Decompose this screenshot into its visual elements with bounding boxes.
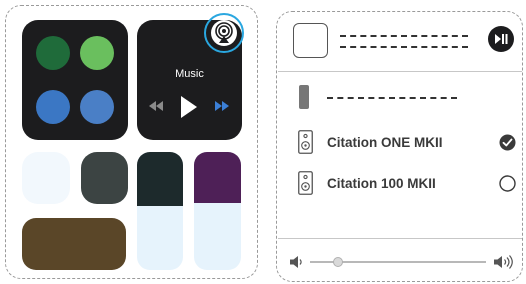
airplay-audio-icon[interactable] [209,18,239,48]
volume-knob[interactable] [333,257,344,267]
left-slider[interactable] [137,152,183,270]
volume-control [290,253,516,271]
green-dark-toggle[interactable] [36,36,70,70]
rewind-icon[interactable] [149,101,163,111]
volume-high-icon [494,255,513,269]
unselected-radio-icon[interactable] [499,175,516,192]
output-name-placeholder [327,97,457,99]
header-divider [278,71,522,72]
brown-tile[interactable] [22,218,126,270]
blue-left-toggle[interactable] [36,90,70,124]
output-selector-bar [299,85,309,109]
volume-divider [278,238,522,239]
left-slider-fill [137,152,183,207]
charcoal-tile[interactable] [81,152,128,204]
track-title-placeholder [340,35,468,37]
green-light-toggle[interactable] [80,36,114,70]
speaker-row-2[interactable]: Citation 100 MKII [298,171,518,197]
artwork-placeholder [293,23,328,58]
play-icon[interactable] [181,96,197,118]
speaker-label: Citation 100 MKII [327,176,436,191]
right-slider-fill [194,152,241,203]
speaker-row-1[interactable]: Citation ONE MKII [298,130,518,156]
selected-check-icon[interactable] [499,134,516,151]
speaker-icon [298,130,313,154]
play-pause-icon [495,34,508,44]
speaker-icon [298,171,313,195]
music-label: Music [175,68,204,80]
light-tile[interactable] [22,152,70,204]
music-controls [137,92,242,122]
connectivity-tile [22,20,128,140]
volume-low-icon [290,256,302,268]
blue-right-toggle[interactable] [80,90,114,124]
fast-forward-icon[interactable] [215,101,229,111]
play-pause-button[interactable] [488,26,514,52]
right-slider[interactable] [194,152,241,270]
speaker-label: Citation ONE MKII [327,135,443,150]
track-subtitle-placeholder [340,46,468,48]
